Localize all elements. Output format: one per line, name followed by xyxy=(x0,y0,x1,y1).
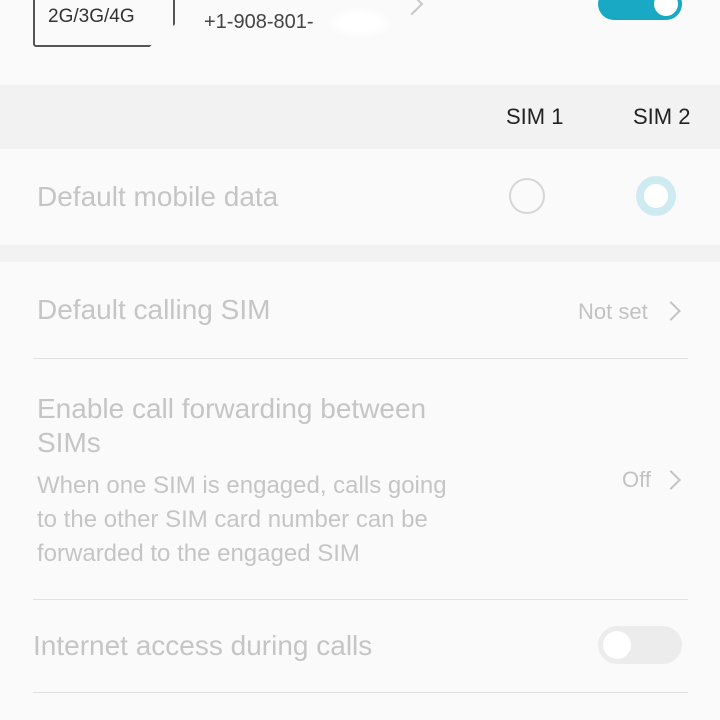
radio-sim2-mobile-data[interactable] xyxy=(636,176,676,216)
call-forwarding-value: Off xyxy=(622,467,651,492)
internet-during-calls-toggle[interactable] xyxy=(598,626,682,664)
call-forwarding-title-line1: Enable call forwarding between xyxy=(37,393,427,424)
call-forwarding-title-line2: SIMs xyxy=(37,427,101,458)
call-forwarding-desc-line1: When one SIM is engaged, calls going xyxy=(37,472,447,499)
sim-phone-number: +1-908-801- xyxy=(204,11,314,33)
sim1-column-label: SIM 1 xyxy=(506,104,564,129)
radio-sim1-mobile-data[interactable] xyxy=(509,178,545,214)
call-forwarding-desc-line2: to the other SIM card number can be xyxy=(37,506,428,533)
call-forwarding-desc-line3: forwarded to the engaged SIM xyxy=(37,540,360,567)
sim-column-header: SIM 1 SIM 2 xyxy=(0,85,720,149)
internet-during-calls-label: Internet access during calls xyxy=(33,630,373,661)
default-mobile-data-label: Default mobile data xyxy=(37,181,279,212)
default-calling-sim-label: Default calling SIM xyxy=(37,294,271,325)
divider xyxy=(33,692,688,693)
default-calling-sim-row[interactable]: Default calling SIM Not set xyxy=(0,262,720,358)
chevron-right-icon[interactable] xyxy=(400,0,424,16)
toggle-knob xyxy=(603,631,631,659)
toggle-knob xyxy=(654,0,678,16)
redaction-blur xyxy=(328,8,392,38)
sim2-column-label: SIM 2 xyxy=(633,104,691,129)
sim-enable-toggle[interactable] xyxy=(598,0,682,20)
section-divider xyxy=(0,245,720,262)
call-forwarding-row[interactable]: Enable call forwarding between SIMs When… xyxy=(0,359,720,599)
internet-during-calls-row: Internet access during calls xyxy=(0,600,720,692)
default-mobile-data-row: Default mobile data xyxy=(0,149,720,245)
chevron-right-icon xyxy=(661,470,681,490)
default-calling-sim-value: Not set xyxy=(578,299,648,324)
chevron-right-icon xyxy=(661,301,681,321)
sim-network-label: 2G/3G/4G xyxy=(48,6,135,27)
